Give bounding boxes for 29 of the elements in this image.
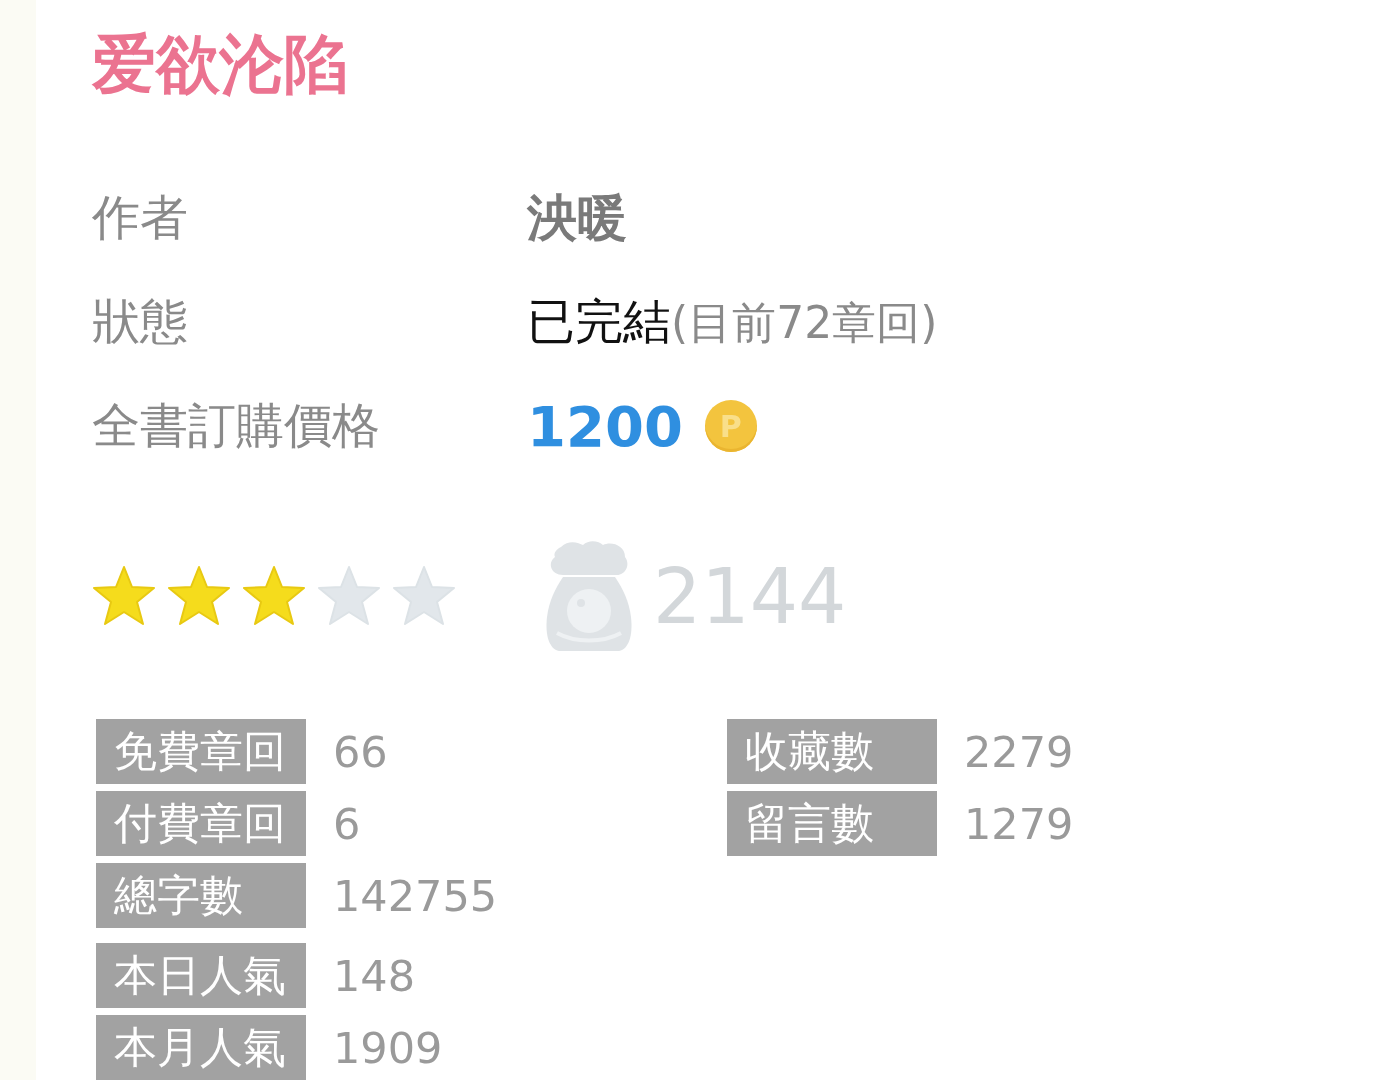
stat-value: 6 [333,798,361,849]
stat-label: 收藏數 [727,719,937,784]
stat-label: 本月人氣 [96,1015,306,1080]
stat-label: 本日人氣 [96,943,306,1008]
stat-label: 總字數 [96,863,306,928]
info-label: 狀態 [92,292,188,351]
stat-value: 2279 [964,726,1074,777]
stat-value: 1909 [333,1022,443,1073]
info-label: 作者 [92,188,188,247]
star-icon [167,565,231,627]
stat-label: 付費章回 [96,791,306,856]
stat-label: 留言數 [727,791,937,856]
stat-value: 1279 [964,798,1074,849]
points-coin: P [704,400,757,452]
price-value: 1200 [527,393,683,459]
chapter-count-note: (目前72章回) [671,296,938,350]
stat-value: 148 [333,950,416,1001]
author-name: 泱暖 [527,187,627,249]
star-icon [92,565,156,627]
star-icon [242,565,306,627]
stat-value: 66 [333,726,388,777]
stat-label: 免費章回 [96,719,306,784]
creature-icon [545,539,633,653]
stat-value: 142755 [333,870,498,921]
star-icon [317,565,381,627]
star-icon [392,565,456,627]
status-value: 已完結 [527,292,671,351]
info-label: 全書訂購價格 [92,396,380,455]
book-title: 爱欲沦陷 [92,26,348,103]
